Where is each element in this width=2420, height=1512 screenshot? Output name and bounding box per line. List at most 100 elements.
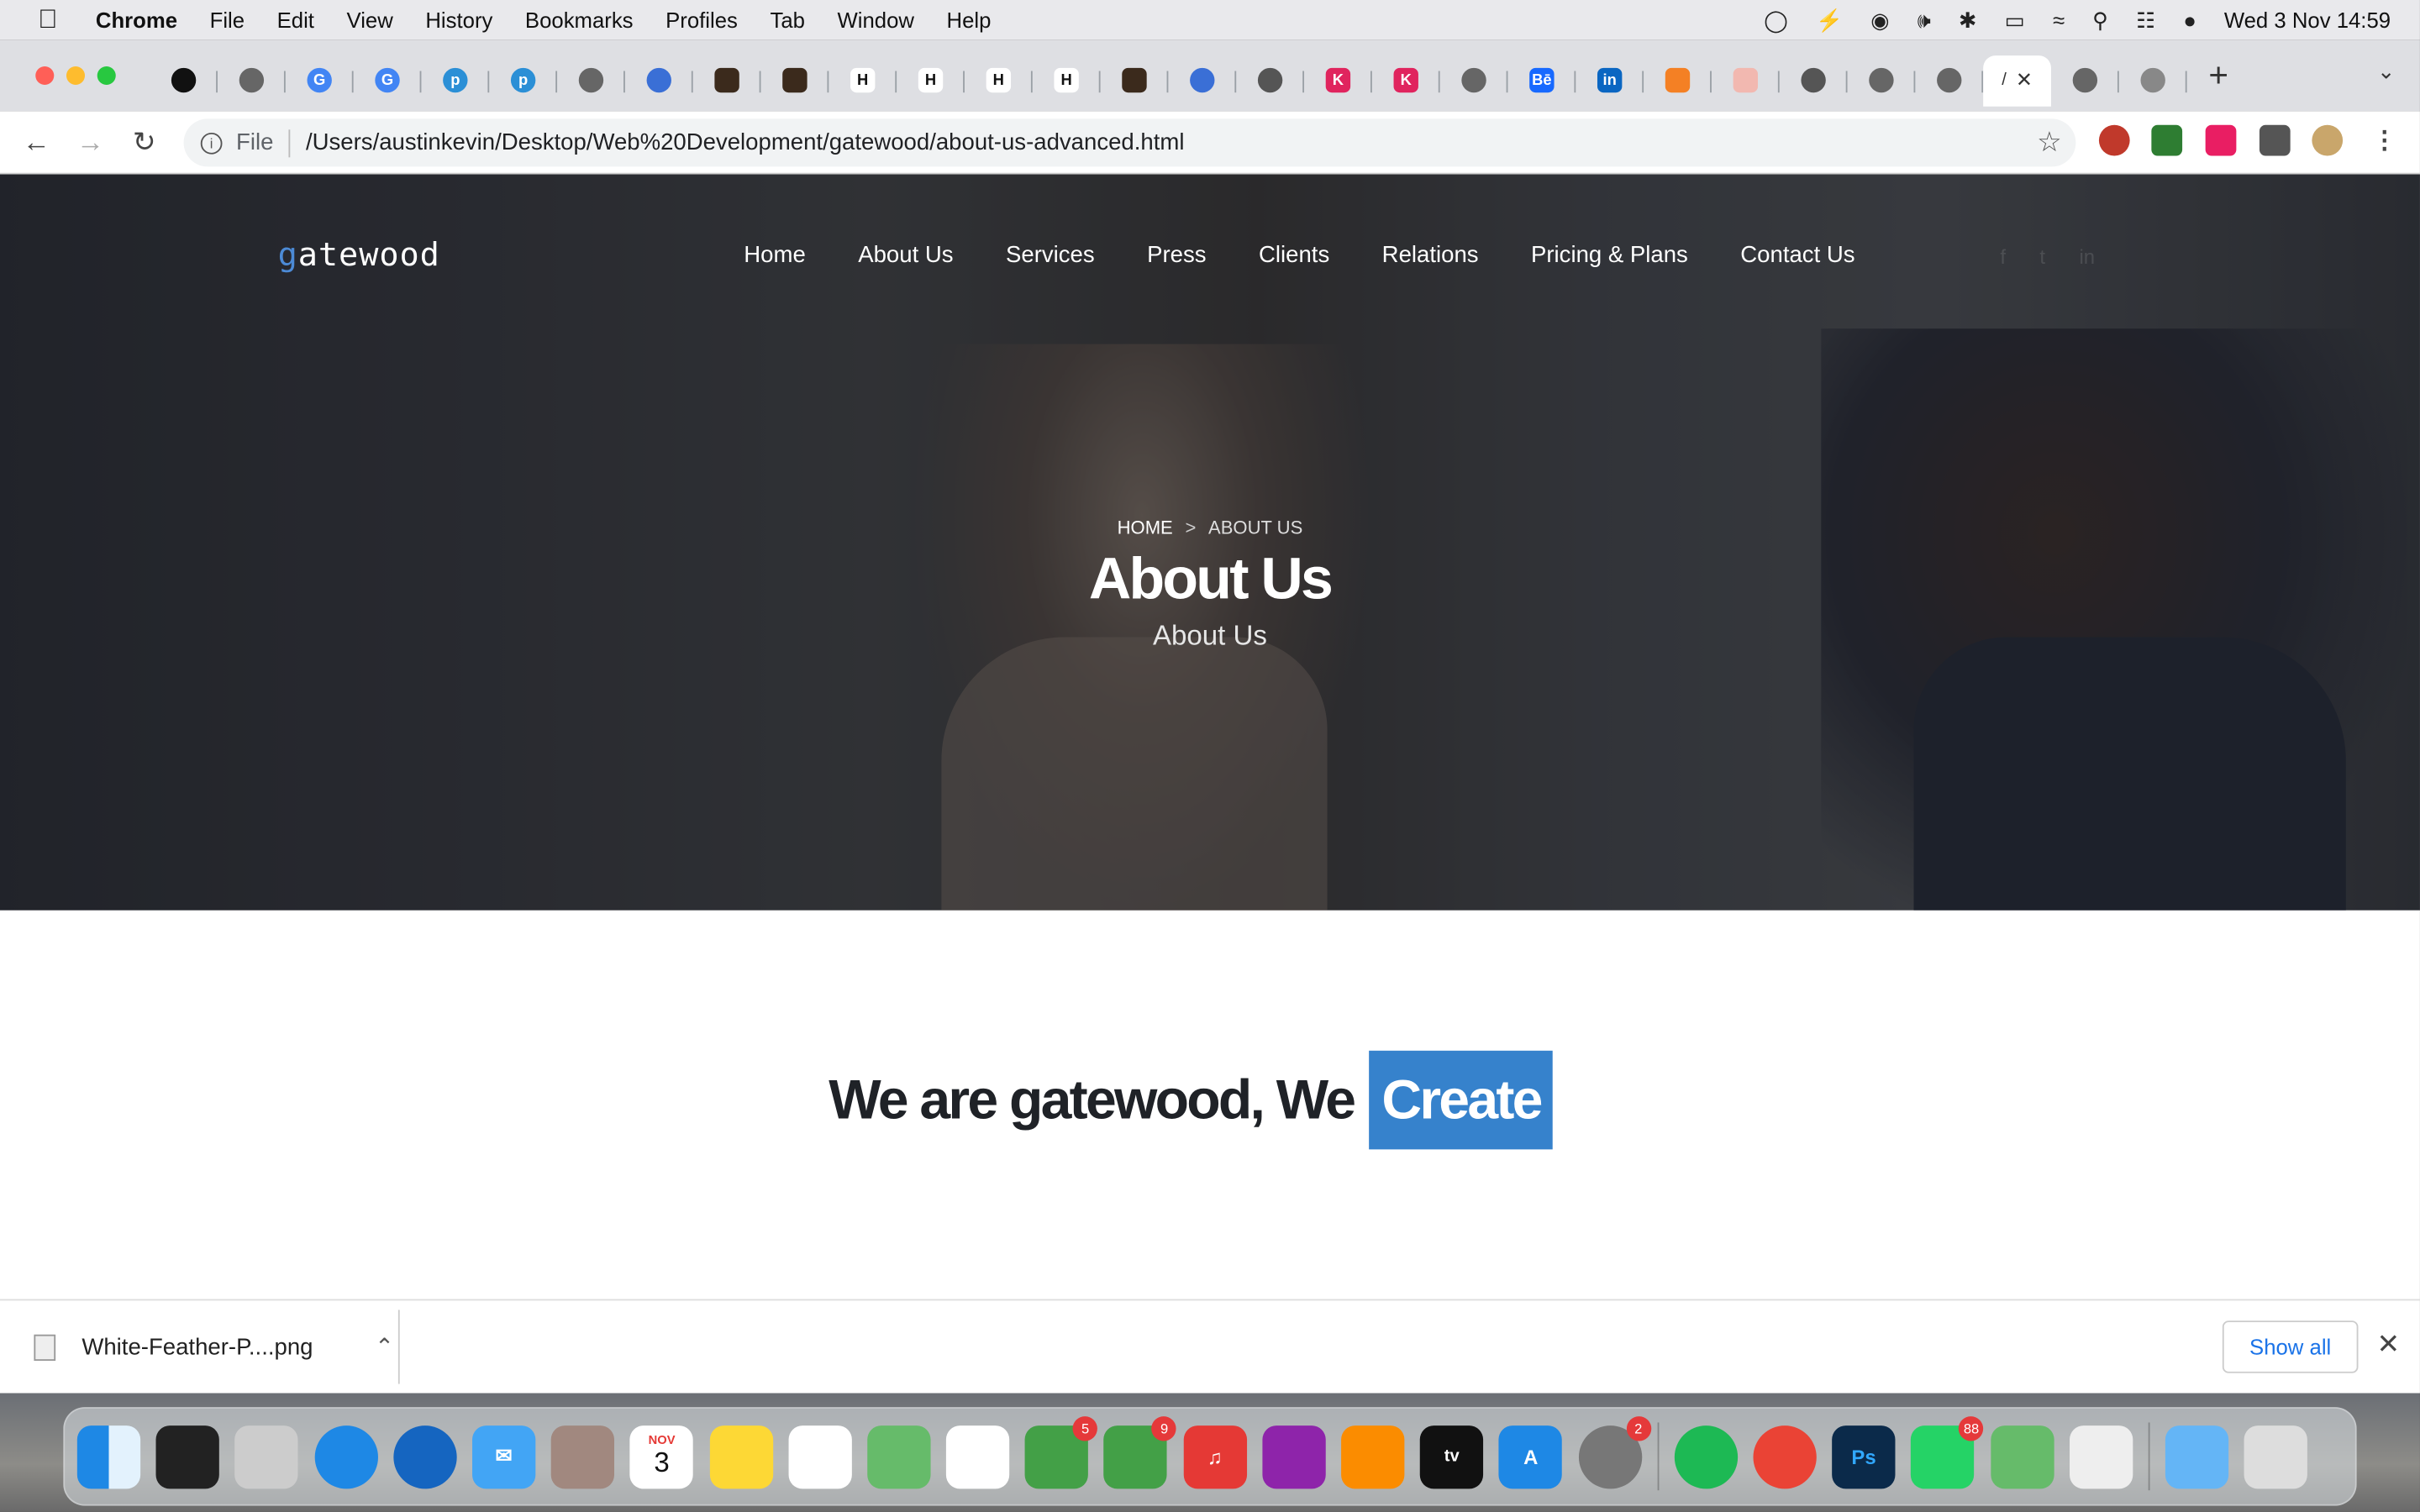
books-icon[interactable] (1341, 1425, 1405, 1488)
chrome-icon[interactable] (1753, 1425, 1817, 1488)
podcasts-icon[interactable] (1262, 1425, 1326, 1488)
close-window-button[interactable] (35, 66, 55, 86)
site-logo[interactable]: gatewood (278, 236, 440, 273)
bluetooth-icon[interactable]: ✱ (1959, 7, 1977, 33)
tab-1[interactable] (150, 55, 218, 106)
system-preferences-icon[interactable]: 2 (1578, 1415, 1651, 1488)
tab-26[interactable] (1848, 55, 1916, 106)
finder-icon[interactable] (76, 1425, 141, 1488)
apple-icon[interactable]:  (0, 5, 96, 36)
tab-22[interactable]: in (1576, 55, 1644, 106)
creative-cloud-icon[interactable]: ◯ (1764, 7, 1788, 33)
bookmark-star-icon[interactable]: ☆ (2037, 127, 2062, 160)
close-shelf-icon[interactable]: ✕ (2377, 1328, 2401, 1361)
messages-icon[interactable]: 5 (1025, 1415, 1098, 1488)
wifi-icon[interactable]: ≈ (2053, 8, 2065, 32)
nav-pricing-plans[interactable]: Pricing & Plans (1531, 242, 1688, 268)
download-filename[interactable]: White-Feather-P....png (82, 1334, 313, 1360)
tab-27[interactable] (1915, 55, 1984, 106)
nav-clients[interactable]: Clients (1259, 242, 1329, 268)
tab-15[interactable] (1101, 55, 1169, 106)
menu-app-name[interactable]: Chrome (96, 8, 177, 32)
tab-28[interactable] (2051, 55, 2119, 106)
maps-icon[interactable] (866, 1425, 931, 1488)
tab-3[interactable]: G (286, 55, 354, 106)
photos-icon[interactable] (946, 1425, 1010, 1488)
music-icon[interactable]: ♫ (1183, 1425, 1247, 1488)
tab-24[interactable] (1712, 55, 1780, 106)
atom-icon[interactable] (1990, 1425, 2054, 1488)
safari-icon[interactable] (313, 1425, 378, 1488)
whatsapp-icon[interactable]: 88 (1911, 1415, 1984, 1488)
profile-avatar[interactable] (2312, 124, 2344, 156)
siri-icon[interactable] (155, 1425, 220, 1488)
tab-23[interactable] (1644, 55, 1712, 106)
tab-6[interactable]: p (489, 55, 558, 106)
menubar-clock[interactable]: Wed 3 Nov 14:59 (2224, 8, 2391, 32)
zoom-window-button[interactable] (97, 66, 116, 86)
chevron-up-icon[interactable]: ⌃ (375, 1333, 394, 1361)
tab-17[interactable] (1236, 55, 1305, 106)
photoshop-icon[interactable]: Ps (1832, 1425, 1896, 1488)
tab-11[interactable]: H (829, 55, 897, 106)
volume-icon[interactable]: 🕪 (1918, 7, 1931, 33)
puzzle-extensions-icon[interactable] (2259, 124, 2291, 156)
more-menu-icon[interactable]: ⋮ (2369, 125, 2400, 156)
site-info-icon[interactable]: i (200, 132, 223, 154)
show-all-button[interactable]: Show all (2222, 1320, 2359, 1373)
control-center-icon[interactable]: ☷ (2136, 7, 2155, 33)
download-item[interactable]: White-Feather-P....png ⌃ (34, 1333, 394, 1361)
spotlight-search-icon[interactable]: ⚲ (2092, 7, 2108, 33)
tab-10[interactable] (760, 55, 829, 106)
tab-search-chevron-icon[interactable]: ⌄ (2377, 59, 2396, 85)
contacts-icon[interactable] (550, 1425, 615, 1488)
siri-icon[interactable]: ● (2183, 8, 2196, 32)
minimize-window-button[interactable] (66, 66, 86, 86)
tab-19[interactable]: K (1372, 55, 1440, 106)
reload-icon[interactable]: ↻ (118, 126, 171, 159)
spotify-icon[interactable] (1674, 1425, 1738, 1488)
new-tab-icon[interactable]: + (2208, 55, 2228, 96)
nav-contact-us[interactable]: Contact Us (1740, 242, 1854, 268)
menu-view[interactable]: View (347, 8, 393, 32)
reminders-icon[interactable] (787, 1425, 852, 1488)
breadcrumb-home[interactable]: HOME (1118, 517, 1173, 538)
tab-25[interactable] (1780, 55, 1848, 106)
linkedin-icon[interactable]: in (2079, 245, 2095, 269)
nav-about-us[interactable]: About Us (858, 242, 953, 268)
nav-home[interactable]: Home (744, 242, 805, 268)
facetime-icon[interactable]: 9 (1104, 1415, 1177, 1488)
nav-press[interactable]: Press (1147, 242, 1206, 268)
tab-18[interactable]: K (1304, 55, 1372, 106)
tab-9[interactable] (693, 55, 761, 106)
notes-icon[interactable] (708, 1425, 773, 1488)
twitter-icon[interactable]: t (2039, 245, 2045, 269)
tab-29[interactable] (2119, 55, 2187, 106)
battery-icon[interactable]: ▭ (2005, 7, 2025, 33)
url-text[interactable]: /Users/austinkevin/Desktop/Web%20Develop… (306, 129, 1184, 155)
back-arrow-icon[interactable]: ← (9, 126, 63, 159)
apple-tv-icon[interactable]: tv (1420, 1425, 1484, 1488)
tab-13[interactable]: H (965, 55, 1033, 106)
trash-icon[interactable] (2244, 1425, 2307, 1488)
firefox-icon[interactable] (392, 1425, 457, 1488)
tab-5[interactable]: p (421, 55, 490, 106)
folder-icon[interactable] (2165, 1425, 2228, 1488)
menu-edit[interactable]: Edit (277, 8, 314, 32)
menu-profiles[interactable]: Profiles (666, 8, 738, 32)
menu-history[interactable]: History (425, 8, 492, 32)
tab-active[interactable]: / ✕ (1983, 55, 2051, 106)
nav-relations[interactable]: Relations (1382, 242, 1479, 268)
tab-2[interactable] (218, 55, 286, 106)
nav-services[interactable]: Services (1006, 242, 1095, 268)
copy-extension-icon[interactable] (2205, 124, 2237, 156)
tab-21[interactable]: Bē (1507, 55, 1576, 106)
menu-window[interactable]: Window (837, 8, 913, 32)
facebook-icon[interactable]: f (2000, 245, 2006, 269)
menu-file[interactable]: File (210, 8, 245, 32)
launchpad-icon[interactable] (234, 1425, 299, 1488)
forward-arrow-icon[interactable]: → (63, 126, 117, 159)
calendar-icon[interactable]: NOV 3 (629, 1425, 694, 1488)
tab-20[interactable] (1440, 55, 1508, 106)
app-store-icon[interactable]: A (1499, 1425, 1563, 1488)
